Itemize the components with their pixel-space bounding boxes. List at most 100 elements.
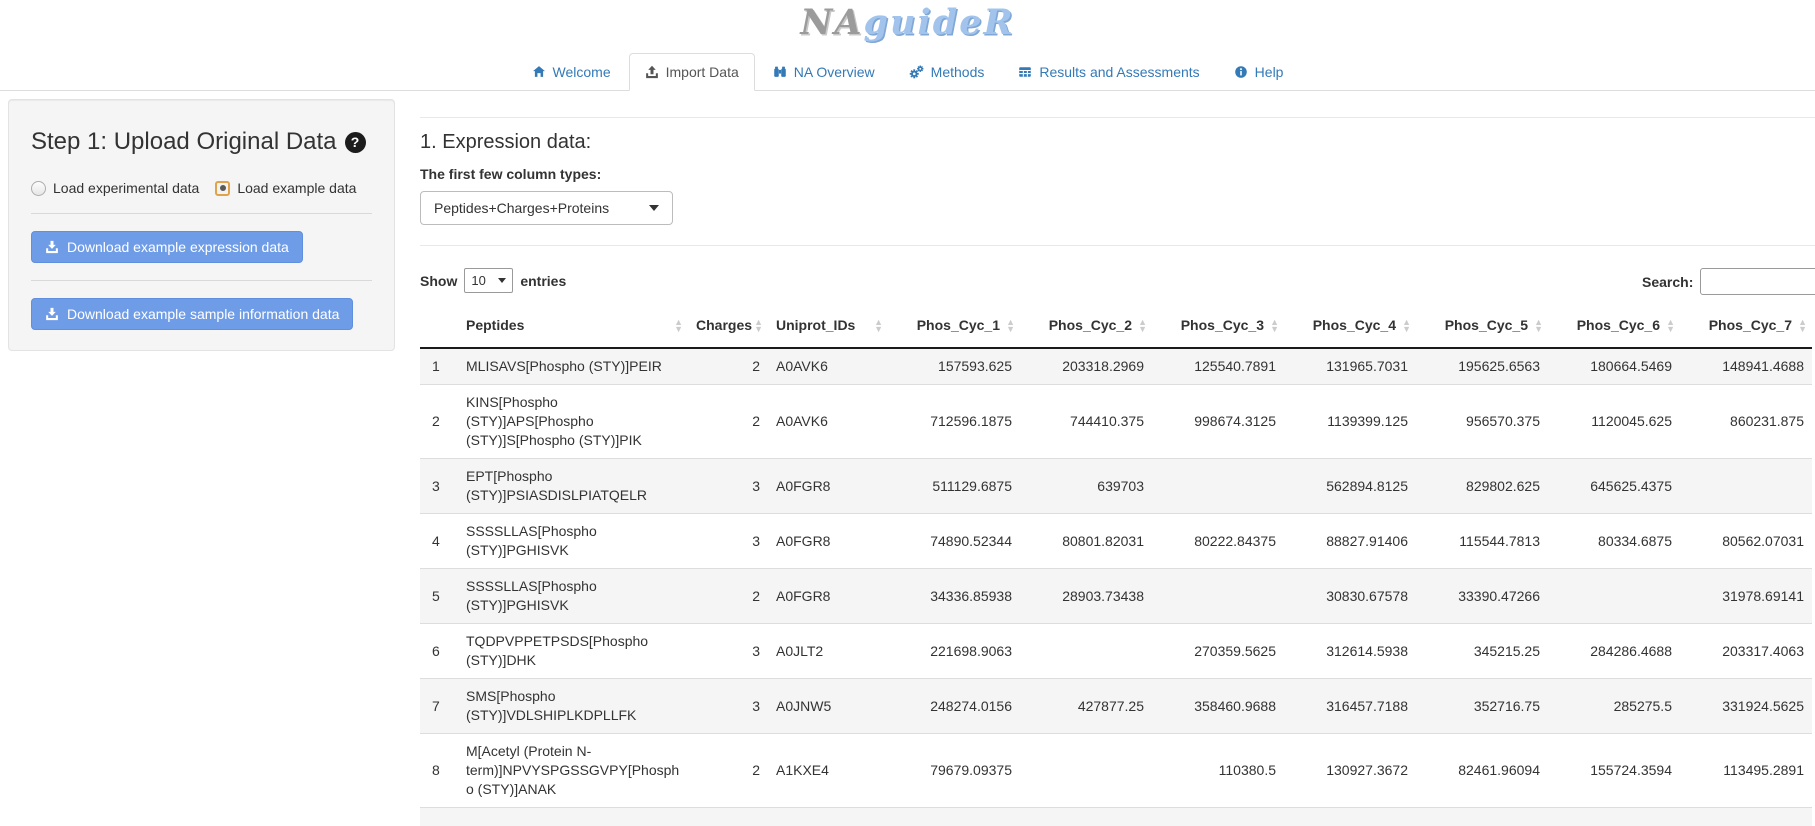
- tab-import-data[interactable]: Import Data: [629, 53, 755, 91]
- table-header-row: Peptides▲▼Charges▲▼Uniprot_IDs▲▼Phos_Cyc…: [420, 304, 1812, 348]
- page-length-select[interactable]: 10: [464, 268, 513, 293]
- peptide-cell: EPT[Phospho (STY)]PSIASDISLPIATQELR: [458, 459, 688, 514]
- value-cell-phos-cyc-2: 427877.25: [1020, 679, 1152, 734]
- divider: [31, 213, 372, 214]
- value-cell-phos-cyc-7: 113495.2891: [1680, 734, 1812, 808]
- sort-icons: ▲▼: [1402, 319, 1411, 333]
- column-header-phos_cyc_1[interactable]: Phos_Cyc_1▲▼: [888, 304, 1020, 348]
- value-cell-phos-cyc-3: 125540.7891: [1152, 348, 1284, 385]
- table-row: 2KINS[Phospho (STY)]APS[Phospho (STY)]S[…: [420, 385, 1812, 459]
- uniprot-cell: A0JNW5: [768, 679, 888, 734]
- uniprot-cell: A0AVK6: [768, 348, 888, 385]
- value-cell-phos-cyc-1: 511129.6875: [888, 459, 1020, 514]
- tab-methods[interactable]: Methods: [893, 53, 1001, 91]
- value-cell-phos-cyc-2: [1020, 734, 1152, 808]
- download-icon: [45, 307, 59, 321]
- empty-cell: [1548, 808, 1680, 826]
- peptide-cell: KINS[Phospho (STY)]APS[Phospho (STY)]S[P…: [458, 385, 688, 459]
- peptide-cell: SMS[Phospho (STY)]VDLSHIPLKDPLLFK: [458, 679, 688, 734]
- radio-checked-icon[interactable]: [215, 181, 230, 196]
- column-header-charges[interactable]: Charges▲▼: [688, 304, 768, 348]
- tab-help[interactable]: Help: [1218, 53, 1300, 91]
- column-header-label: Phos_Cyc_4: [1313, 317, 1396, 333]
- tab-label: Welcome: [553, 64, 611, 80]
- data-source-radios: Load experimental data Load example data: [31, 180, 372, 196]
- binoculars-icon: [773, 65, 787, 79]
- empty-cell: [1416, 808, 1548, 826]
- sort-icons: ▲▼: [1006, 319, 1015, 333]
- value-cell-phos-cyc-3: 358460.9688: [1152, 679, 1284, 734]
- value-cell-phos-cyc-6: 80334.6875: [1548, 514, 1680, 569]
- sort-icons: ▲▼: [754, 319, 763, 333]
- value-cell-phos-cyc-2: 203318.2969: [1020, 348, 1152, 385]
- panel-title: Step 1: Upload Original Data ?: [31, 128, 372, 156]
- peptide-cell: TQDPVPPETPSDS[Phospho (STY)]DHK: [458, 624, 688, 679]
- column-header-uniprot_ids[interactable]: Uniprot_IDs▲▼: [768, 304, 888, 348]
- row-index: 3: [420, 459, 458, 514]
- row-index: 5: [420, 569, 458, 624]
- column-header-phos_cyc_5[interactable]: Phos_Cyc_5 ▲▼: [1416, 304, 1548, 348]
- charge-cell: 3: [688, 459, 768, 514]
- row-index: 4: [420, 514, 458, 569]
- radio-unchecked-icon[interactable]: [31, 181, 46, 196]
- question-circle-icon[interactable]: ?: [345, 132, 366, 153]
- empty-cell: [420, 808, 458, 826]
- value-cell-phos-cyc-4: 562894.8125: [1284, 459, 1416, 514]
- value-cell-phos-cyc-4: 316457.7188: [1284, 679, 1416, 734]
- value-cell-phos-cyc-5: 829802.625: [1416, 459, 1548, 514]
- row-index: 2: [420, 385, 458, 459]
- column-header-phos_cyc_3[interactable]: Phos_Cyc_3▲▼: [1152, 304, 1284, 348]
- value-cell-phos-cyc-5: 956570.375: [1416, 385, 1548, 459]
- tab-label: NA Overview: [794, 64, 875, 80]
- divider: [31, 280, 372, 281]
- datatable-controls: Show 10 entries Search:: [420, 268, 1815, 296]
- column-header-phos_cyc_7[interactable]: Phos_Cyc_7▲▼: [1680, 304, 1812, 348]
- tab-results-and-assessments[interactable]: Results and Assessments: [1002, 53, 1215, 91]
- peptide-cell: SSSSLLAS[Phospho (STY)]PGHISVK: [458, 569, 688, 624]
- download-expression-data-button[interactable]: Download example expression data: [31, 231, 303, 263]
- logo-guider: guideR: [864, 2, 1015, 43]
- sort-icons: ▲▼: [1666, 319, 1675, 333]
- column-header-phos_cyc_4[interactable]: Phos_Cyc_4 ▲▼: [1284, 304, 1416, 348]
- chevron-down-icon: [498, 278, 506, 283]
- row-number-header: [420, 304, 458, 348]
- tab-welcome[interactable]: Welcome: [516, 53, 627, 91]
- table-row-partial: [420, 808, 1812, 826]
- column-header-peptides[interactable]: Peptides▲▼: [458, 304, 688, 348]
- sort-icons: ▲▼: [1270, 319, 1279, 333]
- upload-panel: Step 1: Upload Original Data ? Load expe…: [8, 99, 395, 351]
- value-cell-phos-cyc-5: 352716.75: [1416, 679, 1548, 734]
- column-header-phos_cyc_2[interactable]: Phos_Cyc_2▲▼: [1020, 304, 1152, 348]
- divider: [420, 117, 1815, 118]
- peptide-cell: MLISAVS[Phospho (STY)]PEIR: [458, 348, 688, 385]
- column-header-label: Phos_Cyc_5: [1445, 317, 1528, 333]
- value-cell-phos-cyc-7: 148941.4688: [1680, 348, 1812, 385]
- tab-na-overview[interactable]: NA Overview: [757, 53, 891, 91]
- charge-cell: 3: [688, 514, 768, 569]
- value-cell-phos-cyc-7: 80562.07031: [1680, 514, 1812, 569]
- column-types-select[interactable]: Peptides+Charges+Proteins: [420, 191, 673, 225]
- value-cell-phos-cyc-4: 312614.5938: [1284, 624, 1416, 679]
- uniprot-cell: A0AVK6: [768, 385, 888, 459]
- radio-load-experimental-data[interactable]: Load experimental data: [31, 180, 199, 196]
- download-sample-info-button[interactable]: Download example sample information data: [31, 298, 353, 330]
- search-input[interactable]: [1700, 268, 1815, 295]
- charge-cell: 2: [688, 734, 768, 808]
- uniprot-cell: A0FGR8: [768, 459, 888, 514]
- home-icon: [532, 65, 546, 79]
- column-header-label: Phos_Cyc_6: [1577, 317, 1660, 333]
- value-cell-phos-cyc-6: 285275.5: [1548, 679, 1680, 734]
- radio-load-example-data[interactable]: Load example data: [215, 180, 356, 196]
- tab-label: Help: [1255, 64, 1284, 80]
- value-cell-phos-cyc-6: 645625.4375: [1548, 459, 1680, 514]
- column-header-phos_cyc_6[interactable]: Phos_Cyc_6 ▲▼: [1548, 304, 1680, 348]
- value-cell-phos-cyc-4: 1139399.125: [1284, 385, 1416, 459]
- value-cell-phos-cyc-1: 221698.9063: [888, 624, 1020, 679]
- page-length-value: 10: [471, 273, 485, 288]
- sort-icons: ▲▼: [1534, 319, 1543, 333]
- value-cell-phos-cyc-2: 28903.73438: [1020, 569, 1152, 624]
- empty-cell: [688, 808, 768, 826]
- app-logo: NAguideR: [0, 2, 1815, 43]
- empty-cell: [458, 808, 688, 826]
- show-label: Show: [420, 273, 457, 289]
